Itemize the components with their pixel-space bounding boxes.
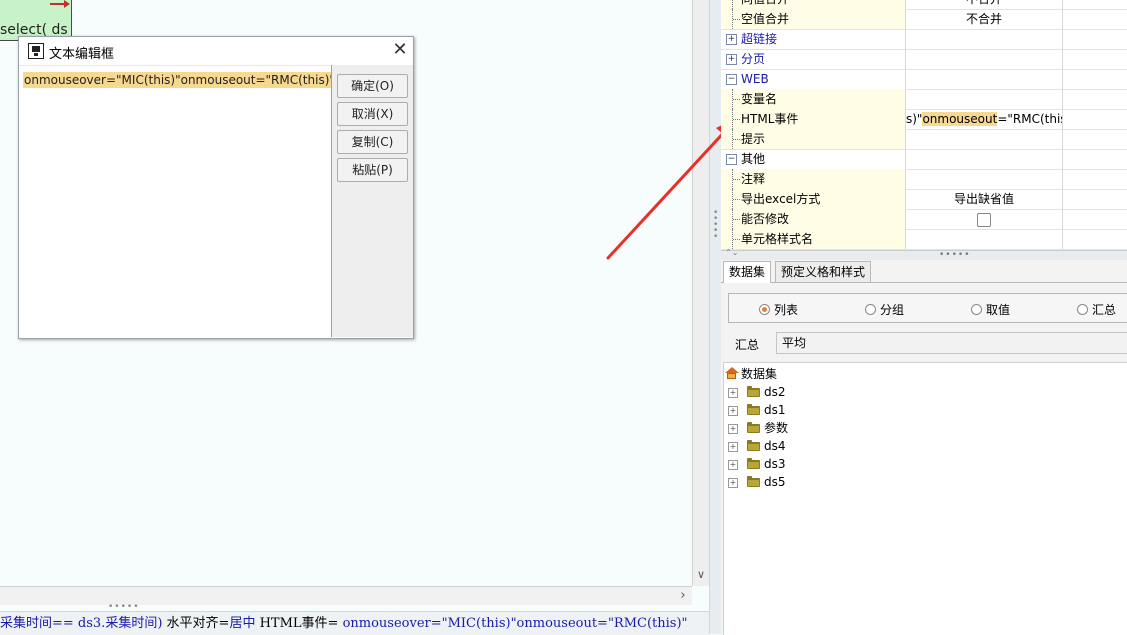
dialog-app-icon (28, 43, 44, 59)
radio-unselected-icon (1077, 304, 1088, 315)
tree-root[interactable]: 数据集 (725, 365, 777, 383)
tree-item[interactable]: + ds1 (728, 401, 786, 419)
paste-button[interactable]: 粘贴(P) (337, 158, 408, 182)
property-category[interactable]: + 分页 (721, 49, 1127, 70)
status-html-value: onmouseover="MIC(this)"onmouseout="RMC(t… (342, 616, 688, 631)
vertical-splitter[interactable]: • • • • • (709, 0, 721, 634)
dialog-text-content[interactable]: onmouseover="MIC(this)"onmouseout="RMC(t… (23, 72, 336, 88)
radio-list[interactable]: 列表 (759, 301, 798, 318)
dialog-titlebar[interactable]: 文本编辑框 ✕ (19, 37, 413, 65)
tree-item[interactable]: + 参数 (728, 419, 788, 437)
tab-dataset[interactable]: 数据集 (723, 261, 772, 283)
folder-icon (747, 440, 760, 451)
property-row[interactable]: 空值合并 不合并 (721, 9, 1127, 30)
status-align-label: 水平对齐= (166, 616, 230, 631)
tab-predefined-styles[interactable]: 预定义格和样式 (775, 261, 872, 282)
radio-unselected-icon (971, 304, 982, 315)
text-editor-dialog: 文本编辑框 ✕ onmouseover="MIC(this)"onmouseou… (18, 36, 414, 339)
folder-icon (747, 458, 760, 469)
expand-plus-icon[interactable]: + (728, 424, 738, 434)
property-row[interactable]: 提示 (721, 129, 1127, 150)
scroll-down-icon[interactable]: ∨ (693, 566, 709, 584)
status-expression: 采集时间== ds3.采集时间) (0, 616, 167, 631)
summary-label: 汇总 (735, 338, 760, 352)
splitter-arrows-icon[interactable]: ⌃⌄ (725, 249, 738, 257)
radio-unselected-icon (865, 304, 876, 315)
radio-summary[interactable]: 汇总 (1077, 301, 1116, 318)
dialog-title: 文本编辑框 (49, 47, 115, 62)
collapse-minus-icon[interactable]: − (726, 74, 737, 85)
dialog-text-area[interactable]: onmouseover="MIC(this)"onmouseout="RMC(t… (19, 65, 336, 338)
property-category[interactable]: − WEB (721, 69, 1127, 90)
expand-plus-icon[interactable]: + (726, 34, 737, 45)
property-row[interactable]: 导出excel方式 导出缺省值 (721, 189, 1127, 210)
dialog-button-pane: 确定(O) 取消(X) 复制(C) 粘贴(P) (332, 65, 413, 337)
cell-marker-arrow-icon (64, 0, 70, 8)
splitter-grip-icon[interactable]: ••••• (108, 603, 140, 612)
cancel-button[interactable]: 取消(X) (337, 102, 408, 126)
collapse-minus-icon[interactable]: − (726, 154, 737, 165)
dataset-panel: 数据集 预定义格和样式 列表 分组 取值 汇总 汇总 平均 数据集 + ds2 +… (721, 260, 1127, 635)
ok-button[interactable]: 确定(O) (337, 74, 408, 98)
tree-item[interactable]: + ds3 (728, 455, 786, 473)
status-html-label: HTML事件= (255, 616, 343, 631)
panel-tabs: 数据集 预定义格和样式 (721, 260, 1127, 283)
report-cell[interactable]: select( ds (0, 0, 72, 41)
property-row[interactable]: 能否修改 (721, 209, 1127, 230)
summary-select[interactable]: 平均 (776, 332, 1127, 354)
property-category[interactable]: + 超链接 (721, 29, 1127, 50)
radio-selected-icon (759, 304, 770, 315)
tree-item[interactable]: + ds4 (728, 437, 786, 455)
expand-plus-icon[interactable]: + (728, 388, 738, 398)
radio-value[interactable]: 取值 (971, 301, 1010, 318)
folder-icon (747, 422, 760, 433)
property-category[interactable]: − 其他 (721, 149, 1127, 170)
editable-checkbox[interactable] (977, 212, 991, 227)
horizontal-scrollbar[interactable]: › (0, 586, 692, 605)
property-row[interactable]: 单元格样式名 (721, 229, 1127, 250)
radio-group[interactable]: 分组 (865, 301, 904, 318)
folder-icon (747, 476, 760, 487)
expand-plus-icon[interactable]: + (728, 442, 738, 452)
mode-radio-group: 列表 分组 取值 汇总 (728, 293, 1127, 323)
property-row-html-event[interactable]: HTML事件 s)"onmouseout="RMC(this)" (721, 109, 1127, 130)
folder-icon (747, 404, 760, 415)
scroll-right-icon[interactable]: › (674, 587, 692, 605)
tree-item[interactable]: + ds5 (728, 473, 786, 491)
status-bar: 采集时间== ds3.采集时间) 水平对齐=居中 HTML事件= onmouse… (0, 611, 709, 635)
splitter-grip-icon: ••••• (939, 250, 971, 260)
status-align-value: 居中 (229, 616, 256, 631)
expand-plus-icon[interactable]: + (728, 406, 738, 416)
folder-icon (747, 386, 760, 397)
copy-button[interactable]: 复制(C) (337, 130, 408, 154)
expand-plus-icon[interactable]: + (726, 54, 737, 65)
property-row[interactable]: 注释 (721, 169, 1127, 190)
property-row[interactable]: 变量名 (721, 89, 1127, 110)
vertical-scrollbar[interactable]: ∨ (692, 0, 709, 586)
close-icon[interactable]: ✕ (389, 39, 411, 61)
expand-plus-icon[interactable]: + (728, 478, 738, 488)
home-icon (725, 367, 739, 379)
properties-table: 同值合并 不合并 空值合并 不合并 +超链接 +分页 −WEB 变量名 HTML… (721, 0, 1127, 250)
tree-item[interactable]: + ds2 (728, 383, 786, 401)
dataset-tree: 数据集 + ds2 + ds1 + 参数 + ds4 + ds3 + ds5 (723, 362, 1127, 635)
expand-plus-icon[interactable]: + (728, 460, 738, 470)
html-event-value[interactable]: s)"onmouseout="RMC(this)" (906, 109, 1063, 129)
